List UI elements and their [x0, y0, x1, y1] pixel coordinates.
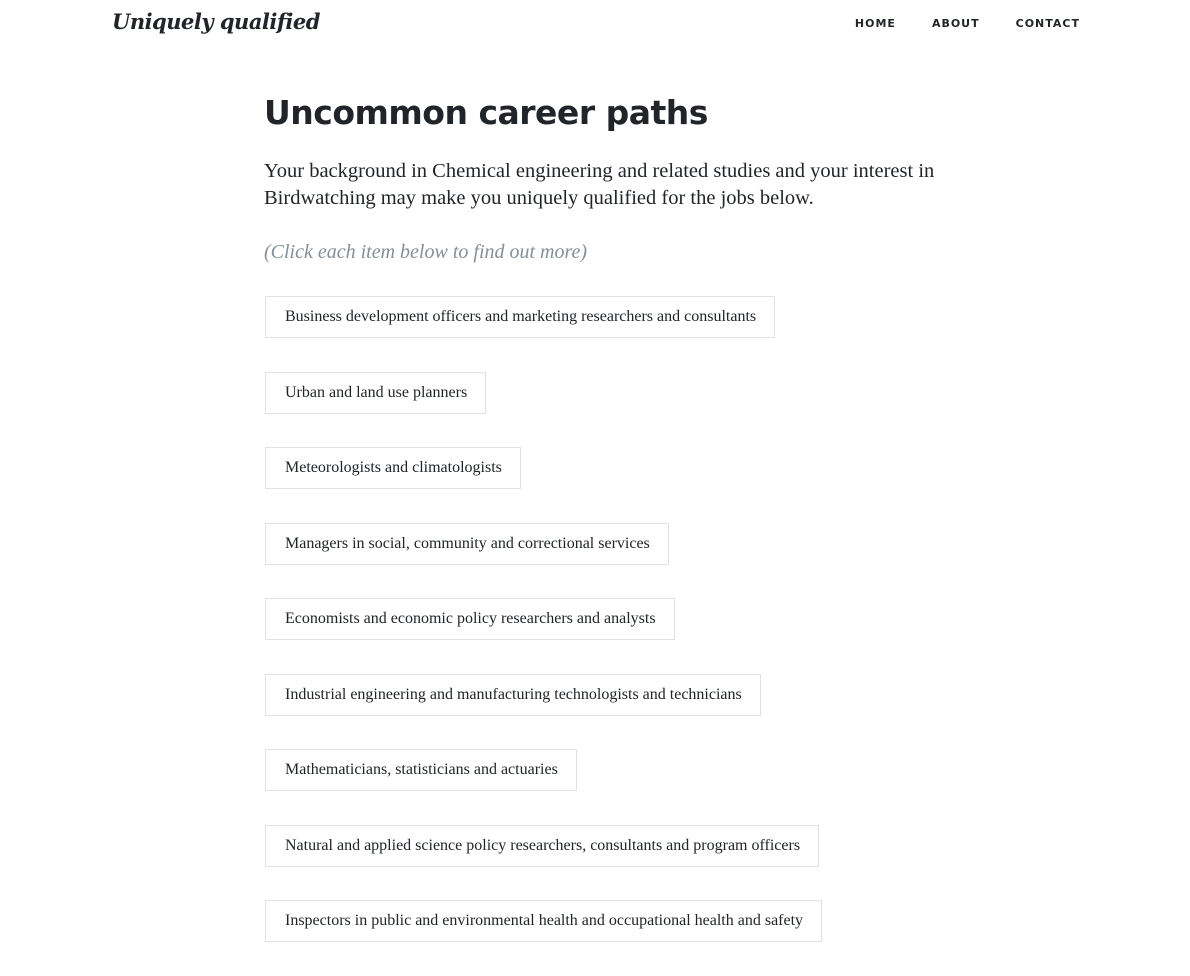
job-item[interactable]: Mathematicians, statisticians and actuar… — [265, 749, 577, 791]
nav-link-contact[interactable]: CONTACT — [1016, 17, 1080, 30]
job-item[interactable]: Inspectors in public and environmental h… — [265, 900, 823, 942]
nav-links: HOME ABOUT CONTACT — [819, 17, 1080, 30]
job-item[interactable]: Economists and economic policy researche… — [265, 598, 675, 640]
job-item[interactable]: Managers in social, community and correc… — [265, 522, 669, 565]
nav-link-about[interactable]: ABOUT — [932, 17, 980, 30]
job-item[interactable]: Industrial engineering and manufacturing… — [265, 673, 761, 716]
page-title: Uncommon career paths — [264, 93, 708, 132]
brand-logo[interactable]: Uniquely qualified — [112, 9, 320, 34]
job-item[interactable]: Business development officers and market… — [265, 296, 776, 338]
job-item[interactable]: Urban and land use planners — [265, 371, 487, 414]
top-navbar: Uniquely qualified HOME ABOUT CONTACT — [0, 0, 1190, 50]
job-list: Business development officers and market… — [264, 296, 944, 942]
main-content: Uncommon career paths Your background in… — [264, 90, 944, 976]
intro-text: Your background in Chemical engineering … — [264, 160, 935, 209]
job-item[interactable]: Natural and applied science policy resea… — [265, 824, 820, 867]
job-item[interactable]: Meteorologists and climatologists — [265, 447, 521, 489]
click-hint: (Click each item below to find out more) — [264, 241, 588, 263]
nav-link-home[interactable]: HOME — [855, 17, 896, 30]
